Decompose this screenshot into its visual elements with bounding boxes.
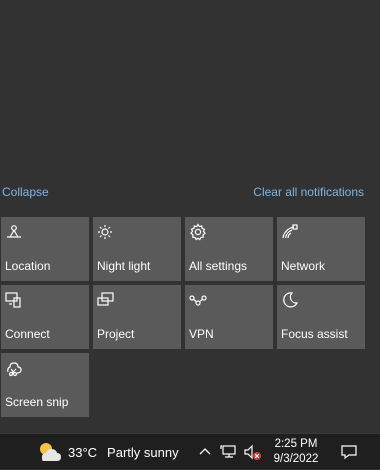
connect-icon [4,290,24,310]
tile-label: Location [5,259,51,273]
tile-label: Screen snip [5,395,69,409]
tile-project[interactable]: Project [93,285,181,349]
tile-night-light[interactable]: Night light [93,217,181,281]
location-icon [4,222,24,242]
collapse-link[interactable]: Collapse [2,185,49,199]
vpn-icon [188,290,208,310]
tile-label: Network [281,259,326,273]
tile-network[interactable]: Network [277,217,365,281]
clock-date: 9/3/2022 [273,453,319,465]
volume-muted-icon[interactable] [243,443,261,461]
clock-time: 2:25 PM [274,438,318,450]
taskbar: 33°C Partly sunny 2:25 PM 9/3/2022 [0,433,380,469]
tile-label: Project [97,327,135,341]
action-center: Collapse Clear all notifications Locatio… [0,0,380,433]
tile-connect[interactable]: Connect [1,285,89,349]
moon-icon [280,290,300,310]
network-icon[interactable] [220,443,238,461]
tile-label: Night light [97,259,151,273]
tile-label: All settings [189,259,248,273]
tile-location[interactable]: Location [1,217,89,281]
weather-temperature: 33°C [68,444,98,460]
weather-condition: Partly sunny [107,444,179,460]
gear-icon [188,222,208,242]
screen-snip-icon [4,358,24,378]
tile-label: VPN [189,327,214,341]
tile-label: Focus assist [281,327,348,341]
project-icon [96,290,116,310]
tile-screen-snip[interactable]: Screen snip [1,353,89,417]
night-light-icon [96,222,116,242]
tile-vpn[interactable]: VPN [185,285,273,349]
chevron-up-icon[interactable] [196,443,214,461]
partly-sunny-icon [36,441,62,463]
tile-all-settings[interactable]: All settings [185,217,273,281]
notification-icon[interactable] [340,443,358,461]
clear-all-notifications-link[interactable]: Clear all notifications [253,185,364,199]
network-icon [280,222,300,242]
tile-focus-assist[interactable]: Focus assist [277,285,365,349]
tile-label: Connect [5,327,50,341]
clock[interactable]: 2:25 PM 9/3/2022 [268,437,324,467]
weather-widget[interactable]: 33°C Partly sunny [36,434,179,470]
